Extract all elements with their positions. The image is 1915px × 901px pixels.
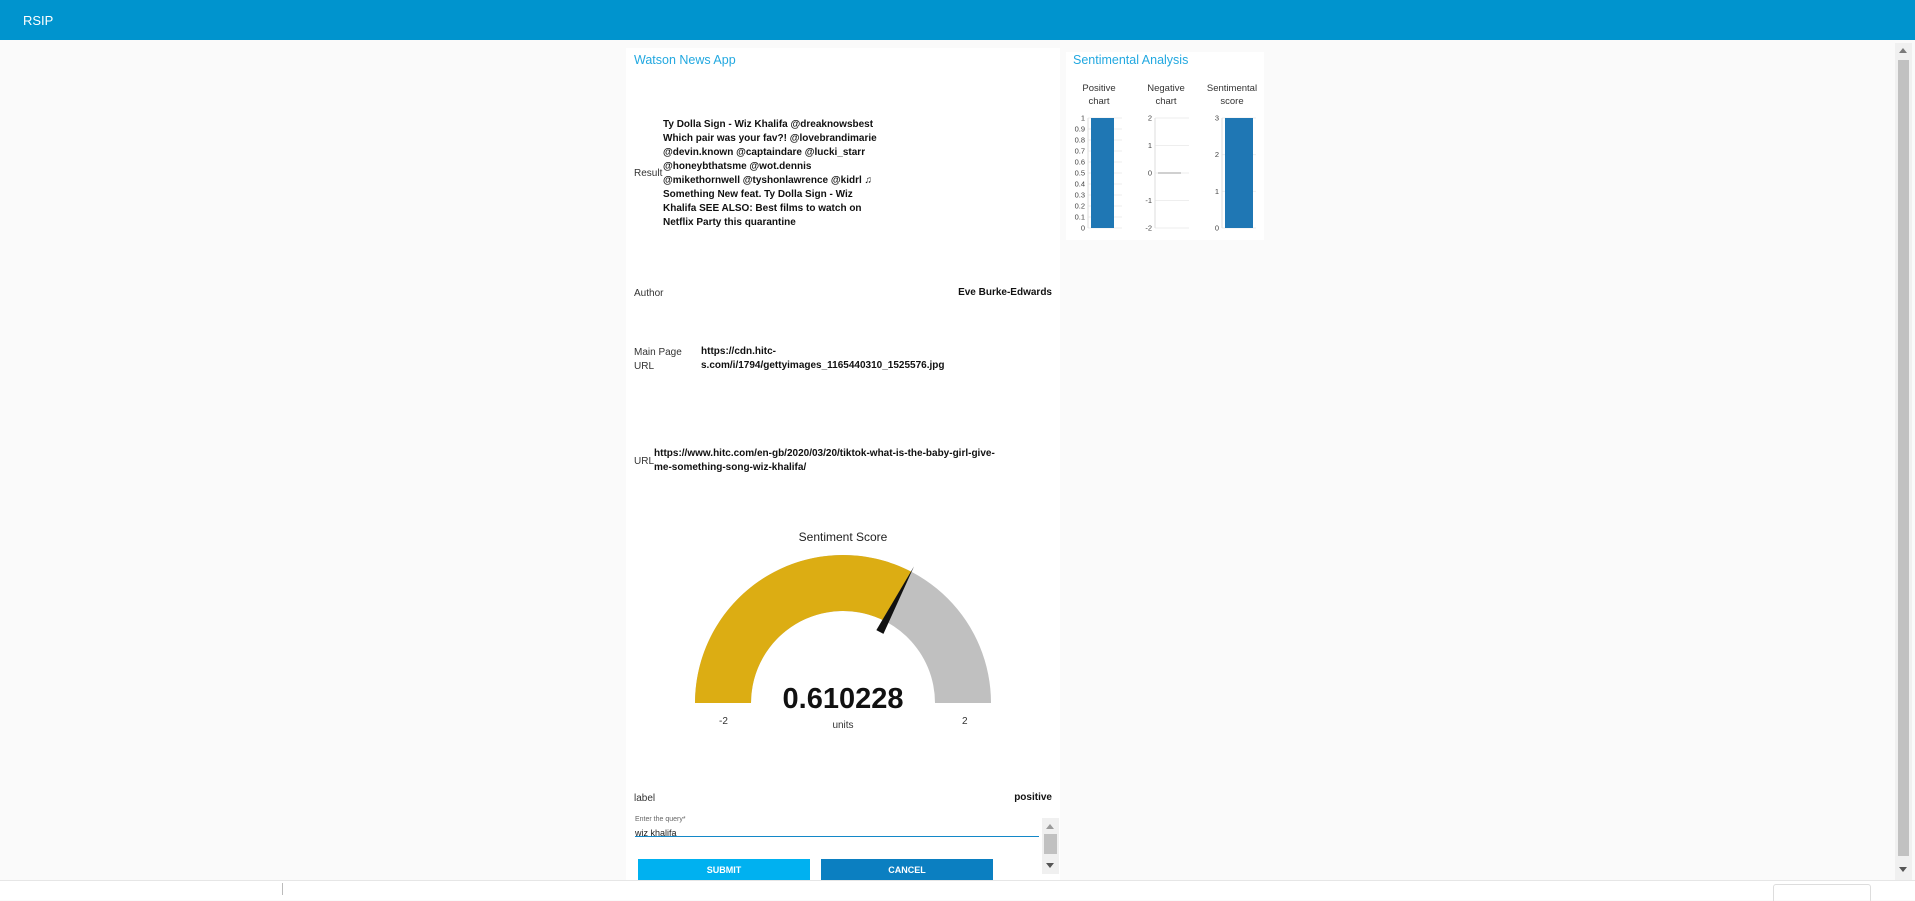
result-line: @honeybthatsme @wot.dennis	[663, 161, 812, 172]
status-divider	[282, 883, 283, 895]
status-widget[interactable]	[1773, 884, 1871, 901]
result-label: Result	[634, 168, 663, 179]
tick-label: 0.4	[1075, 180, 1085, 189]
status-bar	[0, 880, 1915, 901]
negative-chart-title: Negative chart	[1133, 82, 1199, 108]
url-label: URL	[634, 456, 655, 467]
tick-label: 0	[1148, 169, 1152, 178]
result-line: @mikethornwell @tyshonlawrence @kidrl ♫	[663, 175, 873, 186]
main-page-url-label: Main Page URL	[634, 346, 682, 374]
news-card-title: Watson News App	[634, 53, 736, 67]
tick-label: 0.9	[1075, 125, 1085, 134]
result-line: Netflix Party this quarantine	[663, 217, 796, 228]
gauge-min: -2	[719, 716, 728, 727]
result-text: Ty Dolla Sign - Wiz Khalifa @dreaknowsbe…	[663, 118, 893, 230]
main-page-url-line: s.com/i/1794/gettyimages_1165440310_1525…	[701, 360, 945, 371]
url-value: https://www.hitc.com/en-gb/2020/03/20/ti…	[654, 447, 995, 475]
tick-label: -2	[1145, 224, 1152, 233]
sentimental-score-title-line: Sentimental	[1206, 83, 1258, 94]
query-field[interactable]: Enter the query*	[635, 816, 1039, 838]
tick-label: 0.3	[1075, 191, 1085, 200]
tick-label: 0.5	[1075, 169, 1085, 178]
page-scroll-down-icon[interactable]	[1899, 867, 1907, 872]
tick-label: 1	[1148, 141, 1152, 150]
sentimental-score-title-line: score	[1220, 96, 1244, 107]
news-card: Watson News App Result Ty Dolla Sign - W…	[626, 48, 1060, 885]
app-title: RSIP	[23, 13, 54, 28]
author-value: Eve Burke-Edwards	[958, 287, 1052, 298]
tick-label: 0.7	[1075, 147, 1085, 156]
scroll-thumb[interactable]	[1044, 834, 1057, 854]
page-scroll-thumb[interactable]	[1898, 60, 1909, 856]
result-line: @devin.known @captaindare @lucki_starr	[663, 147, 866, 158]
main-page-url-label-line: URL	[634, 361, 655, 372]
result-line: Ty Dolla Sign - Wiz Khalifa @dreaknowsbe…	[663, 119, 874, 130]
url-line: https://www.hitc.com/en-gb/2020/03/20/ti…	[654, 448, 995, 459]
main-page-url-value: https://cdn.hitc- s.com/i/1794/gettyimag…	[701, 345, 945, 373]
main-page-url-label-line: Main Page	[634, 347, 682, 358]
query-label: Enter the query*	[635, 816, 1039, 823]
tick-label: 0	[1215, 224, 1219, 233]
tick-label: 0.1	[1075, 213, 1085, 222]
tick-label: 2	[1215, 150, 1219, 159]
bar	[1091, 118, 1114, 228]
gauge-value: 0.610228	[782, 683, 904, 715]
result-line: Something New feat. Ty Dolla Sign - Wiz	[663, 189, 853, 200]
negative-chart-title-line: Negative	[1147, 83, 1185, 94]
main-page-url-line: https://cdn.hitc-	[701, 346, 776, 357]
label-value: positive	[1014, 792, 1052, 803]
sentiment-card: Sentimental Analysis Positive chart Nega…	[1066, 52, 1264, 240]
tick-label: 0.2	[1075, 202, 1085, 211]
tick-label: 0.6	[1075, 158, 1085, 167]
positive-chart-title: Positive chart	[1066, 82, 1132, 108]
tick-label: 0	[1081, 224, 1085, 233]
gauge-units: units	[832, 720, 854, 731]
required-mark: *	[682, 816, 686, 823]
label-label: label	[634, 793, 656, 804]
cancel-button[interactable]: CANCEL	[821, 859, 993, 880]
tick-label: 1	[1081, 114, 1085, 123]
positive-chart-title-line: Positive	[1082, 83, 1116, 94]
scroll-down-icon[interactable]	[1046, 863, 1054, 868]
input-scrollbar[interactable]	[1042, 818, 1059, 874]
sentiment-mini-charts: 1 0.9 0.8 0.7 0.6 0.5 0.4 0.3 0.2 0.1 0 2 1 0 -1 -2 3 2 1 0	[1075, 114, 1256, 233]
author-label: Author	[634, 288, 664, 299]
tick-label: -1	[1145, 196, 1152, 205]
sentimental-score-title: Sentimental score	[1199, 82, 1265, 108]
result-line: Which pair was your fav?! @lovebrandimar…	[663, 133, 877, 144]
scroll-up-icon[interactable]	[1046, 824, 1054, 829]
negative-chart-title-line: chart	[1155, 96, 1177, 107]
query-label-text: Enter the query	[635, 816, 683, 823]
tick-label: 3	[1215, 114, 1219, 123]
top-app-bar: RSIP	[0, 0, 1915, 40]
sentiment-card-title: Sentimental Analysis	[1073, 53, 1189, 67]
tick-label: 2	[1148, 114, 1152, 123]
positive-chart-title-line: chart	[1088, 96, 1110, 107]
bar	[1225, 118, 1253, 228]
page-scroll-up-icon[interactable]	[1899, 48, 1907, 53]
tick-label: 1	[1215, 187, 1219, 196]
tick-label: 0.8	[1075, 136, 1085, 145]
url-line: me-something-song-wiz-khalifa/	[654, 462, 807, 473]
result-line: Khalifa SEE ALSO: Best films to watch on	[663, 203, 862, 214]
query-input[interactable]	[635, 828, 1035, 838]
gauge-title: Sentiment Score	[798, 530, 888, 544]
gauge-max: 2	[962, 716, 968, 727]
submit-button[interactable]: SUBMIT	[638, 859, 810, 880]
